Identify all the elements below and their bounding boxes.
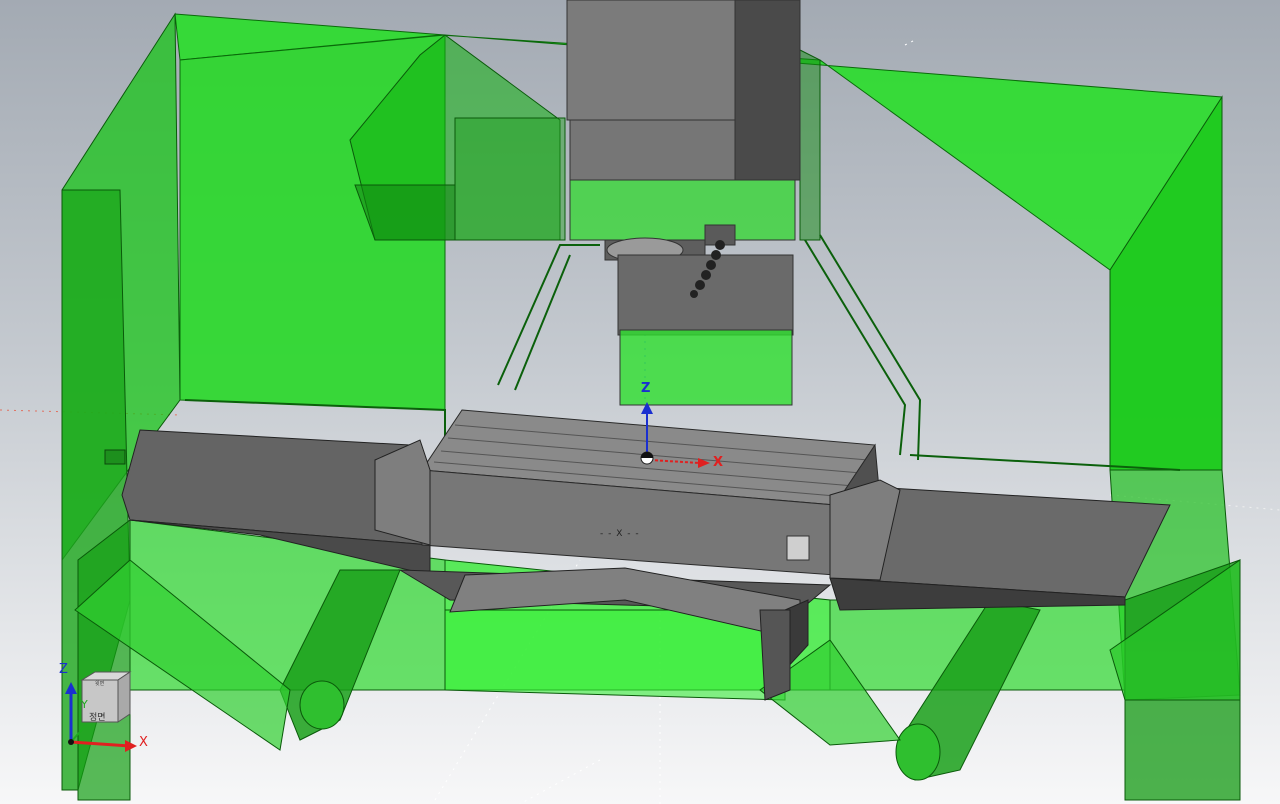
ucs-z-label: Z [641,381,651,396]
spindle-head[interactable] [566,0,801,406]
triad-y-label: Y [81,698,88,711]
cad-3d-viewport[interactable]: Z X - - X - - Z X Y 정면 윗면 [0,0,1280,804]
ucs-x-label: X [713,455,724,470]
triad-z-label: Z [59,662,68,677]
cube-top-label[interactable]: 윗면 [95,680,104,687]
triad-x-label: X [139,735,148,750]
machine-model-scene[interactable] [0,0,1280,804]
axis-triad-icon[interactable]: Z X Y 정면 윗면 [55,660,165,770]
table-marking: - - X - - [600,529,640,539]
work-table[interactable] [421,409,881,576]
wall-bracket [104,449,126,465]
cube-face-label[interactable]: 정면 [89,710,106,723]
